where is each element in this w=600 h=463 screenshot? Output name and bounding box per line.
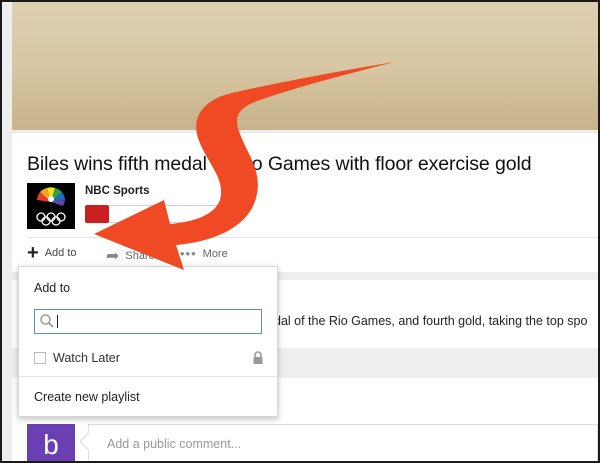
add-to-button[interactable]: + Add to (27, 242, 77, 264)
screenshot-frame: Biles wins fifth medal of Rio Games with… (0, 0, 600, 463)
lock-icon (253, 351, 263, 364)
comment-placeholder: Add a public comment... (107, 437, 242, 451)
channel-name[interactable]: NBC Sports (85, 185, 150, 197)
subscriber-count-box (109, 205, 224, 223)
subscribe-button[interactable] (85, 205, 109, 223)
share-label: Share (125, 250, 155, 262)
search-icon (40, 314, 54, 328)
popup-title: Add to (34, 281, 71, 295)
comment-input[interactable]: Add a public comment... (88, 424, 598, 461)
watch-later-checkbox[interactable] (34, 352, 46, 364)
more-button[interactable]: ••• More (180, 246, 228, 261)
video-info-card: Biles wins fifth medal of Rio Games with… (12, 132, 598, 272)
text-caret (57, 315, 58, 328)
playlist-search-input[interactable] (34, 309, 262, 334)
three-dots-icon: ••• (180, 246, 197, 261)
description-text: dal of the Rio Games, and fourth gold, t… (274, 314, 588, 328)
watch-later-label: Watch Later (53, 351, 120, 365)
share-arrow-icon: ➦ (106, 248, 120, 265)
avatar[interactable]: b (27, 424, 75, 461)
video-player[interactable] (12, 2, 598, 130)
actions-divider (27, 237, 598, 238)
channel-logo-icon[interactable] (27, 183, 75, 229)
plus-icon: + (27, 242, 39, 264)
watch-later-row[interactable]: Watch Later (34, 350, 264, 366)
video-title: Biles wins fifth medal of Rio Games with… (27, 153, 532, 175)
popup-divider (19, 376, 277, 377)
share-button[interactable]: ➦ Share (106, 246, 155, 266)
add-to-label: Add to (44, 247, 77, 259)
create-new-playlist-button[interactable]: Create new playlist (34, 390, 140, 404)
add-to-popup: Add to Watch Later Create new playlist (18, 266, 278, 417)
more-label: More (202, 247, 228, 260)
